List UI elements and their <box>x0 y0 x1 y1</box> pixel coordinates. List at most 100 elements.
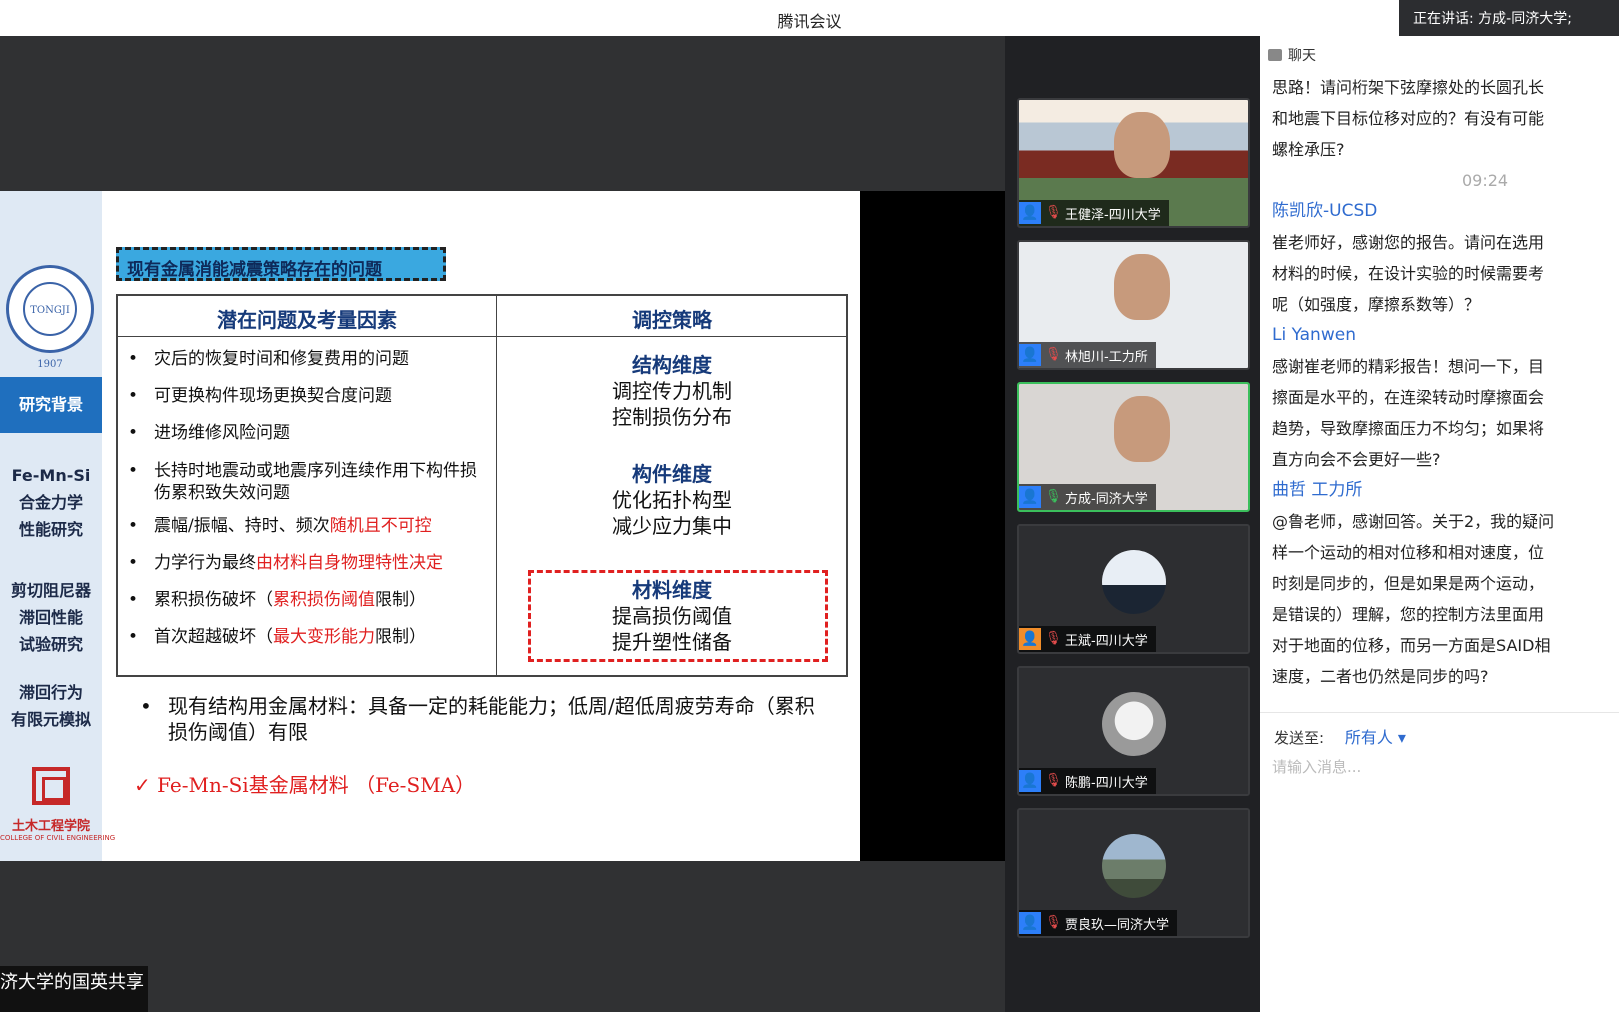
bullet-dot: • <box>128 423 139 443</box>
issue-text-plain: 震幅/振幅、持时、频次 <box>154 516 330 536</box>
issue-text: 震幅/振幅、持时、频次随机且不可控 <box>128 515 488 537</box>
mic-muted-icon: 🎙 <box>1045 773 1062 788</box>
issue-text: 长持时地震动或地震序列连续作用下构件损伤累积致失效问题 <box>154 461 477 503</box>
issue-text-plain: 累积损伤破坏（ <box>154 590 273 610</box>
chat-input[interactable] <box>1272 752 1602 782</box>
strategy-line: 控制损伤分布 <box>612 405 732 429</box>
slide-heading: 现有金属消能减震策略存在的问题 <box>116 247 446 281</box>
chat-icon <box>1268 49 1282 61</box>
chat-message-line: 感谢崔老师的精彩报告！想问一下，目 <box>1272 357 1545 376</box>
participant-tile[interactable]: 👤 🎙 陈鹏-四川大学 <box>1017 666 1250 796</box>
strategy-title: 结构维度 <box>632 353 712 377</box>
college-logo-icon <box>32 767 70 805</box>
issue-text-highlight: 随机且不可控 <box>329 516 432 536</box>
chat-sender: Li Yanwen <box>1272 325 1356 345</box>
bullet-dot: • <box>128 461 139 481</box>
chat-message-line: 直方向会不会更好一些? <box>1272 450 1441 469</box>
chat-message-line: 是错误的）理解，您的控制方法里面用 <box>1272 605 1545 624</box>
video-gallery[interactable]: 👤 🎙 王健泽-四川大学 👤 🎙 林旭川-工力所 👤 🎙 方成-同济大学 👤 🎙 王斌-四川大学 👤 🎙 陈… <box>1005 36 1260 1012</box>
strategy-line: 调控传力机制 <box>612 379 732 403</box>
chat-divider <box>1260 712 1619 713</box>
participant-label: 👤 🎙 陈鹏-四川大学 <box>1019 768 1156 794</box>
slide-sidebar: TONGJI 1907 研究背景 Fe-Mn-Si 合金力学 性能研究 剪切阻尼器 … <box>0 191 116 861</box>
issue-item: • 进场维修风险问题 <box>128 422 488 444</box>
participant-label: 👤 🎙 王健泽-四川大学 <box>1019 200 1169 226</box>
presentation-slide: TONGJI 1907 研究背景 Fe-Mn-Si 合金力学 性能研究 剪切阻尼器 … <box>0 191 860 861</box>
chat-message-line: 和地震下目标位移对应的？有没有可能 <box>1272 109 1545 128</box>
bullet-dot: • <box>128 516 139 536</box>
mic-muted-icon: 🎙 <box>1045 631 1062 646</box>
strategy-block: 结构维度 调控传力机制 控制损伤分布 <box>496 352 848 430</box>
user-icon: 👤 <box>1019 486 1041 508</box>
send-to-dropdown[interactable]: 所有人 ▾ <box>1345 728 1406 747</box>
college-logo: 土木工程学院 COLLEGE OF CIVIL ENGINEERING <box>0 761 116 851</box>
issue-item: • 首次超越破坏（最大变形能力限制） <box>128 626 488 648</box>
participant-face <box>1114 396 1170 462</box>
chat-message-line: 对于地面的位移，而另一方面是SAID相 <box>1272 636 1551 655</box>
issue-text-highlight: 最大变形能力 <box>273 627 375 647</box>
chat-message-line: 样一个运动的相对位移和相对速度，位 <box>1272 543 1545 562</box>
table-header-issues: 潜在问题及考量因素 <box>217 308 397 332</box>
strategy-title: 构件维度 <box>632 462 712 486</box>
tongji-logo: TONGJI 1907 <box>6 265 94 370</box>
strategy-block: 构件维度 优化拓扑构型 减少应力集中 <box>496 461 848 539</box>
chat-title: 聊天 <box>1288 48 1316 64</box>
send-to-label: 发送至: <box>1274 729 1325 747</box>
table-divider-horizontal <box>118 336 846 337</box>
speaking-indicator: 正在讲话: 方成-同济大学; <box>1399 0 1619 36</box>
issue-text-plain: 力学行为最终 <box>154 553 256 573</box>
college-name-en: COLLEGE OF CIVIL ENGINEERING <box>0 834 116 842</box>
chat-message-line: 呢（如强度，摩擦系数等）？ <box>1272 295 1481 314</box>
chat-message-line: 趋势，导致摩擦面压力不均匀；如果将 <box>1272 419 1545 438</box>
slide-sidebar-item: 滞回行为 有限元模拟 <box>10 683 91 729</box>
participant-name: 王健泽-四川大学 <box>1065 208 1161 223</box>
mic-muted-icon: 🎙 <box>1045 347 1062 362</box>
bullet-dot: • <box>140 694 152 718</box>
bullet-dot: • <box>128 386 139 406</box>
slide-note: • 现有结构用金属材料：具备一定的耗能能力；低周/超低周疲劳寿命（累积损伤阈值）… <box>140 693 820 745</box>
chat-message-line: 崔老师好，感谢您的报告。请问在选用 <box>1272 233 1545 252</box>
participant-label: 👤 🎙 贾良玖—同济大学 <box>1019 910 1178 936</box>
participant-tile[interactable]: 👤 🎙 王斌-四川大学 <box>1017 524 1250 654</box>
window-title: 腾讯会议 <box>777 12 842 31</box>
participant-name: 方成-同济大学 <box>1065 492 1148 507</box>
participant-label: 👤 🎙 方成-同济大学 <box>1019 484 1156 510</box>
participant-label: 👤 🎙 林旭川-工力所 <box>1019 342 1156 368</box>
participant-tile[interactable]: 👤 🎙 林旭川-工力所 <box>1017 240 1250 370</box>
issue-text: 进场维修风险问题 <box>154 423 290 443</box>
issues-strategy-table: 潜在问题及考量因素 调控策略 • 灾后的恢复时间和修复费用的问题 • 可更换构件现场更… <box>116 294 848 677</box>
slide-sidebar-item: Fe-Mn-Si 合金力学 性能研究 <box>11 466 91 539</box>
participant-tile[interactable]: 👤 🎙 方成-同济大学 <box>1017 382 1250 512</box>
user-icon: 👤 <box>1019 912 1041 934</box>
issue-text: 累积损伤破坏（累积损伤阈值限制） <box>128 589 488 611</box>
chat-panel: 聊天 思路！请问桁架下弦摩擦处的长圆孔长 和地震下目标位移对应的？有没有可能 螺栓承… <box>1260 36 1619 1012</box>
mic-muted-icon: 🎙 <box>1045 205 1062 220</box>
participant-name: 陈鹏-四川大学 <box>1065 776 1148 791</box>
participant-avatar <box>1102 834 1166 898</box>
bullet-dot: • <box>128 349 139 369</box>
chat-message-line: 擦面是水平的，在连梁转动时摩擦面会 <box>1272 388 1545 407</box>
college-name-cn: 土木工程学院 <box>11 819 90 834</box>
shared-screen-stage: TONGJI 1907 研究背景 Fe-Mn-Si 合金力学 性能研究 剪切阻尼器 … <box>0 36 1005 1012</box>
strategy-line: 减少应力集中 <box>612 514 732 538</box>
participant-face <box>1114 112 1170 178</box>
issue-item: • 可更换构件现场更换契合度问题 <box>128 385 488 407</box>
strategy-line: 优化拓扑构型 <box>612 488 732 512</box>
send-to-row: 发送至: 所有人 ▾ <box>1274 724 1406 748</box>
issue-item: • 灾后的恢复时间和修复费用的问题 <box>128 348 488 370</box>
chat-message-line: 材料的时候，在设计实验的时候需要考 <box>1272 264 1545 283</box>
bullet-dot: • <box>128 590 139 610</box>
participant-tile[interactable]: 👤 🎙 王健泽-四川大学 <box>1017 98 1250 228</box>
shared-content: TONGJI 1907 研究背景 Fe-Mn-Si 合金力学 性能研究 剪切阻尼器 … <box>0 191 1005 861</box>
issue-item: • 震幅/振幅、持时、频次随机且不可控 <box>128 515 488 537</box>
material-strategy-highlight-box <box>528 570 828 662</box>
issue-text-plain: 限制） <box>375 627 426 647</box>
participant-tile[interactable]: 👤 🎙 贾良玖—同济大学 <box>1017 808 1250 938</box>
user-icon: 👤 <box>1019 770 1041 792</box>
bullet-dot: • <box>128 627 139 647</box>
issue-text: 可更换构件现场更换契合度问题 <box>154 386 392 406</box>
issue-text: 灾后的恢复时间和修复费用的问题 <box>154 349 409 369</box>
chat-timestamp: 09:24 <box>1462 171 1509 190</box>
chat-message-list[interactable]: 思路！请问桁架下弦摩擦处的长圆孔长 和地震下目标位移对应的？有没有可能 螺栓承压? 0… <box>1260 72 1619 752</box>
issue-text-plain: 首次超越破坏（ <box>154 627 273 647</box>
